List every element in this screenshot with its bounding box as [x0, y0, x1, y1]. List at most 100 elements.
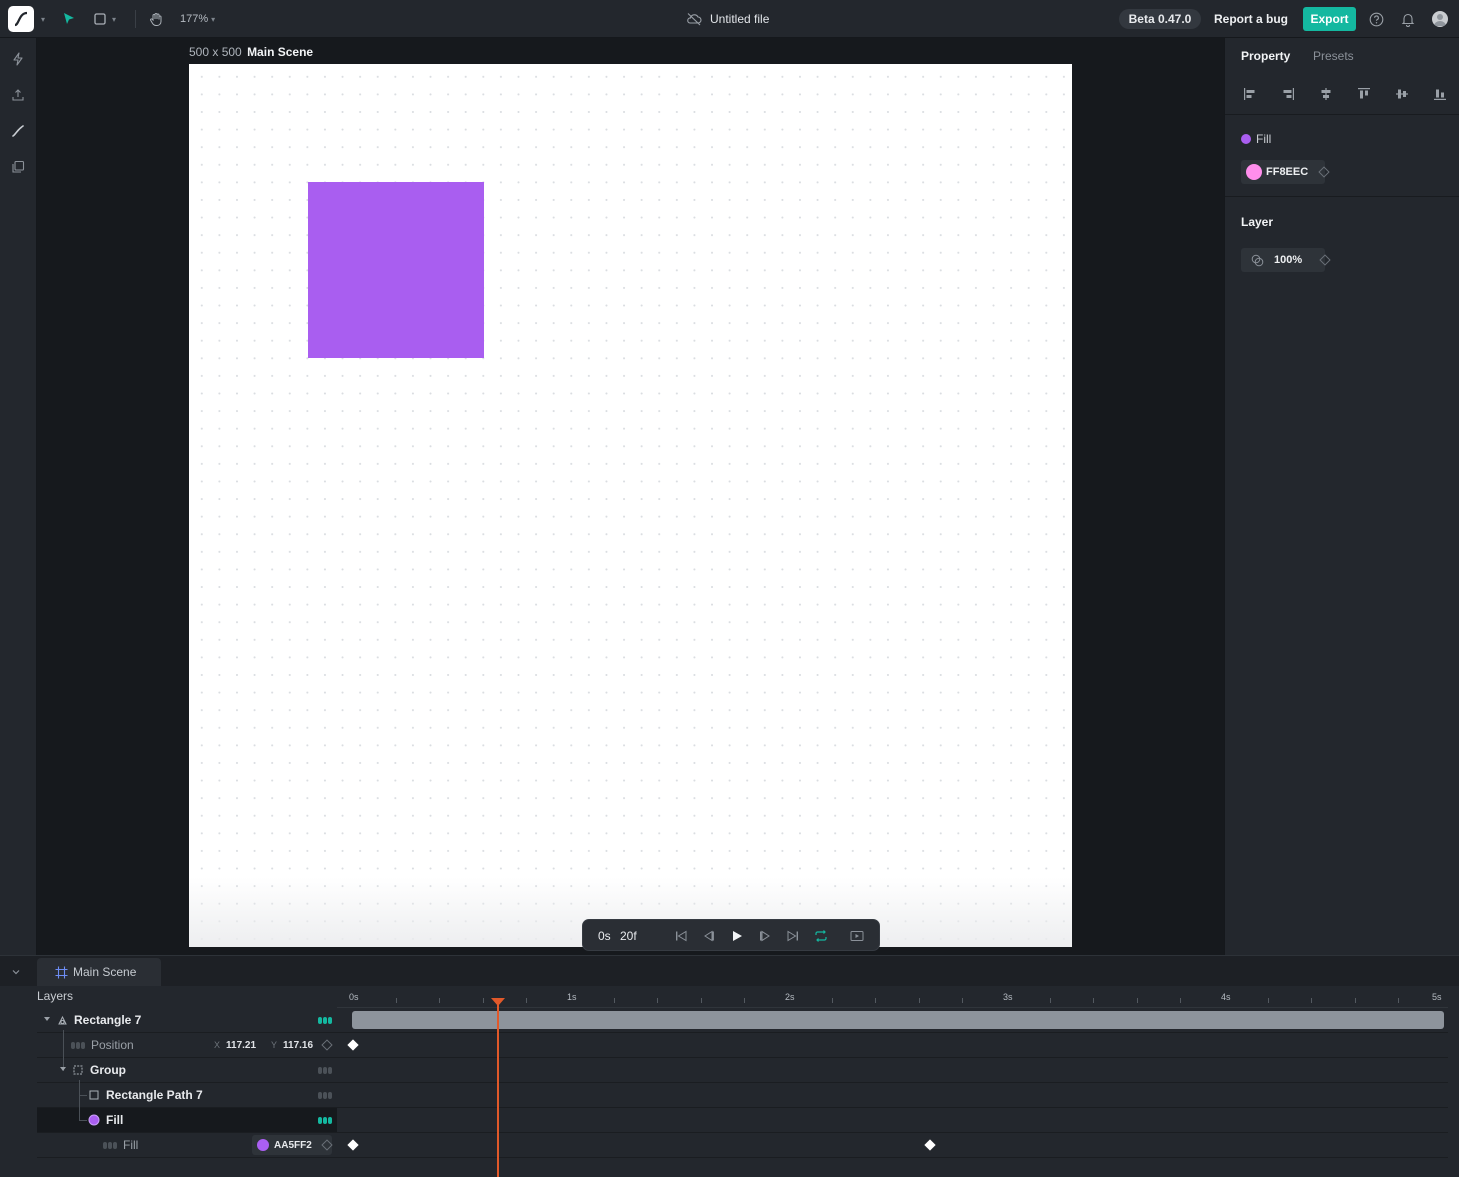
bell-icon[interactable]: [1400, 11, 1416, 27]
layer-duration-bar[interactable]: [352, 1011, 1444, 1029]
opacity-value[interactable]: 100%: [1274, 254, 1302, 266]
time-frames[interactable]: 20f: [620, 929, 637, 943]
layer-row-header[interactable]: Group: [37, 1055, 337, 1082]
layers-heading: Layers: [37, 989, 74, 1003]
position-x-value[interactable]: 117.21: [226, 1040, 256, 1051]
layer-row-group[interactable]: Group: [37, 1055, 1448, 1083]
layer-track[interactable]: [337, 1108, 1448, 1132]
expand-caret-icon[interactable]: [44, 1017, 50, 1021]
animate-toggle-icon[interactable]: [103, 1141, 117, 1149]
loop-icon[interactable]: [813, 928, 829, 944]
keyframe[interactable]: [347, 1139, 359, 1151]
ruler-label: 3s: [1003, 992, 1013, 1002]
export-button[interactable]: Export: [1303, 7, 1356, 31]
report-bug-link[interactable]: Report a bug: [1214, 9, 1288, 29]
hand-tool-icon[interactable]: [147, 10, 165, 28]
playback-bar: 0s 20f: [582, 919, 880, 951]
animate-toggle-icon[interactable]: [318, 1116, 332, 1124]
property-track[interactable]: [337, 1033, 1448, 1057]
layer-name[interactable]: Fill: [106, 1113, 123, 1127]
animate-toggle-icon[interactable]: [71, 1041, 85, 1049]
help-icon[interactable]: [1368, 11, 1384, 27]
opacity-field[interactable]: 100%: [1241, 248, 1325, 272]
ruler-tick: [700, 998, 702, 1003]
align-right-icon[interactable]: [1280, 86, 1296, 102]
layer-row-header[interactable]: Rectangle 7: [37, 1008, 337, 1032]
fill-color-field[interactable]: FF8EEC: [1241, 160, 1325, 184]
align-horizontal-center-icon[interactable]: [1318, 86, 1334, 102]
time-seconds[interactable]: 0s: [598, 929, 611, 943]
chevron-down-icon[interactable]: ▾: [38, 12, 48, 26]
align-vertical-center-icon[interactable]: [1394, 86, 1410, 102]
panel-divider: [1225, 196, 1459, 197]
layer-track[interactable]: [337, 1058, 1448, 1082]
align-top-icon[interactable]: [1356, 86, 1372, 102]
chevron-down-icon[interactable]: [9, 965, 23, 979]
copy-icon[interactable]: [9, 158, 27, 176]
layer-row-rectangle-path-7[interactable]: Rectangle Path 7: [37, 1080, 1448, 1108]
lightning-icon[interactable]: [9, 50, 27, 68]
tab-main-scene[interactable]: Main Scene: [37, 958, 161, 986]
file-title[interactable]: Untitled file: [686, 10, 769, 28]
keyframe[interactable]: [924, 1139, 936, 1151]
property-name: Fill: [123, 1138, 139, 1152]
layer-row-fill[interactable]: Fill: [37, 1105, 1448, 1133]
pen-icon[interactable]: [9, 122, 27, 140]
keyframe-toggle-icon[interactable]: [321, 1039, 333, 1051]
skip-to-start-icon[interactable]: [673, 928, 689, 944]
expand-caret-icon[interactable]: [60, 1067, 66, 1071]
tab-property[interactable]: Property: [1241, 49, 1290, 63]
animate-toggle-icon[interactable]: [318, 1016, 332, 1024]
property-row-header: Position X 117.21 Y 117.16: [37, 1030, 337, 1058]
animate-toggle-icon[interactable]: [318, 1091, 332, 1099]
property-row-position[interactable]: Position X 117.21 Y 117.16: [37, 1030, 1448, 1058]
align-bottom-icon[interactable]: [1432, 86, 1448, 102]
artboard[interactable]: [189, 64, 1072, 947]
skip-to-end-icon[interactable]: [785, 928, 801, 944]
ruler-label: 1s: [567, 992, 577, 1002]
fill-hex-value[interactable]: FF8EEC: [1266, 166, 1308, 178]
upload-icon[interactable]: [9, 86, 27, 104]
fill-color-swatch[interactable]: [257, 1139, 269, 1151]
layer-name[interactable]: Group: [90, 1063, 126, 1077]
playhead-handle[interactable]: [491, 998, 505, 1006]
property-row-header: Fill AA5FF2: [37, 1133, 337, 1157]
opacity-icon: [1250, 253, 1264, 267]
chevron-down-icon[interactable]: ▾: [110, 13, 118, 25]
align-left-icon[interactable]: [1242, 86, 1258, 102]
fill-color-field[interactable]: AA5FF2: [252, 1135, 332, 1155]
layer-name[interactable]: Rectangle 7: [74, 1013, 141, 1027]
ruler-label: 5s: [1432, 992, 1442, 1002]
fill-color-swatch[interactable]: [1246, 164, 1262, 180]
tab-presets[interactable]: Presets: [1313, 49, 1354, 63]
play-icon[interactable]: [729, 928, 745, 944]
layer-track[interactable]: [337, 1008, 1448, 1032]
animate-toggle-icon[interactable]: [318, 1066, 332, 1074]
position-y-value[interactable]: 117.16: [283, 1040, 313, 1051]
layer-track[interactable]: [337, 1083, 1448, 1107]
playhead-line[interactable]: [497, 998, 499, 1177]
y-axis-label: Y: [271, 1040, 278, 1050]
select-tool-icon[interactable]: [60, 10, 78, 28]
top-bar: ▾ ▾ 177% ▾ Untitled file Beta 0.47.0 Repo…: [0, 0, 1459, 38]
zoom-dropdown[interactable]: 177% ▾: [180, 10, 215, 28]
fill-hex-value[interactable]: AA5FF2: [274, 1140, 312, 1151]
ruler-tick: [1136, 998, 1138, 1003]
layer-row-header[interactable]: Rectangle Path 7: [37, 1080, 337, 1108]
layer-row-rectangle-7[interactable]: Rectangle 7: [37, 1008, 1448, 1033]
group-icon: [72, 1064, 84, 1076]
layer-row-header[interactable]: Fill: [37, 1105, 337, 1132]
rectangle-tool-icon[interactable]: [92, 10, 108, 28]
logo-icon[interactable]: [8, 6, 34, 32]
property-track[interactable]: [337, 1133, 1448, 1157]
step-back-icon[interactable]: [701, 928, 717, 944]
keyframe[interactable]: [347, 1039, 359, 1051]
rectangle-shape[interactable]: [308, 182, 484, 358]
property-row-fill[interactable]: Fill AA5FF2: [37, 1133, 1448, 1158]
canvas-area[interactable]: 500 x 500 Main Scene 0s 20f: [37, 38, 1224, 955]
avatar[interactable]: [1432, 11, 1448, 27]
step-forward-icon[interactable]: [757, 928, 773, 944]
preview-icon[interactable]: [849, 928, 865, 944]
layer-name[interactable]: Rectangle Path 7: [106, 1088, 203, 1102]
ruler-tick: [1180, 998, 1182, 1003]
